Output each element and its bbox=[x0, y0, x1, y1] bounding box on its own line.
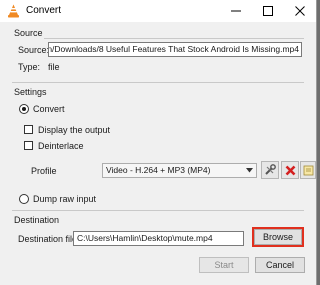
destination-file-label: Destination file: bbox=[18, 234, 80, 244]
destination-file-text: C:\Users\Hamlin\Desktop\mute.mp4 bbox=[77, 233, 213, 243]
new-profile-button[interactable] bbox=[300, 161, 316, 179]
settings-group-label: Settings bbox=[14, 87, 47, 97]
type-label: Type: bbox=[18, 62, 41, 72]
settings-divider bbox=[12, 82, 304, 83]
maximize-icon bbox=[263, 6, 273, 16]
source-group-label: Source bbox=[14, 28, 43, 38]
vlc-cone-icon bbox=[8, 4, 19, 18]
wrench-icon bbox=[265, 164, 276, 175]
minimize-button[interactable] bbox=[220, 0, 252, 22]
source-label: Source: bbox=[18, 45, 50, 55]
delete-profile-button[interactable] bbox=[281, 161, 299, 179]
display-output-checkbox[interactable] bbox=[24, 125, 33, 134]
source-path-field[interactable]: ers/Hamlin/Downloads/8 Useful Features T… bbox=[48, 42, 302, 57]
minimize-icon bbox=[231, 10, 241, 12]
close-button[interactable] bbox=[284, 0, 316, 22]
profile-label: Profile bbox=[31, 166, 57, 176]
convert-radio[interactable] bbox=[19, 104, 29, 114]
destination-group-label: Destination bbox=[14, 215, 60, 225]
type-value: file bbox=[48, 62, 60, 72]
deinterlace-label: Deinterlace bbox=[38, 141, 84, 151]
profile-select-value: Video - H.264 + MP3 (MP4) bbox=[106, 165, 211, 175]
convert-label: Convert bbox=[33, 104, 65, 114]
source-divider bbox=[44, 38, 304, 39]
delete-red-x-icon bbox=[285, 165, 295, 175]
profile-select[interactable]: Video - H.264 + MP3 (MP4) bbox=[102, 163, 257, 178]
cancel-button[interactable]: Cancel bbox=[255, 257, 305, 273]
start-button[interactable]: Start bbox=[199, 257, 249, 273]
dump-raw-label: Dump raw input bbox=[33, 194, 97, 204]
deinterlace-checkbox[interactable] bbox=[24, 141, 33, 150]
title-bar[interactable]: Convert bbox=[0, 0, 316, 22]
convert-dialog: Convert Source Source: ers/Hamlin/Downlo… bbox=[0, 0, 317, 285]
maximize-button[interactable] bbox=[252, 0, 284, 22]
window-title: Convert bbox=[26, 5, 62, 16]
dump-raw-radio[interactable] bbox=[19, 194, 29, 204]
new-profile-icon bbox=[303, 165, 313, 175]
destination-divider bbox=[12, 210, 304, 211]
browse-highlight-box bbox=[252, 227, 304, 247]
close-icon bbox=[295, 6, 305, 16]
source-path-text: ers/Hamlin/Downloads/8 Useful Features T… bbox=[48, 44, 299, 54]
display-output-label: Display the output bbox=[38, 125, 111, 135]
bottom-edge bbox=[0, 275, 316, 285]
chevron-down-icon bbox=[246, 168, 253, 173]
destination-file-input[interactable]: C:\Users\Hamlin\Desktop\mute.mp4 bbox=[73, 231, 244, 246]
edit-profile-button[interactable] bbox=[261, 161, 279, 179]
